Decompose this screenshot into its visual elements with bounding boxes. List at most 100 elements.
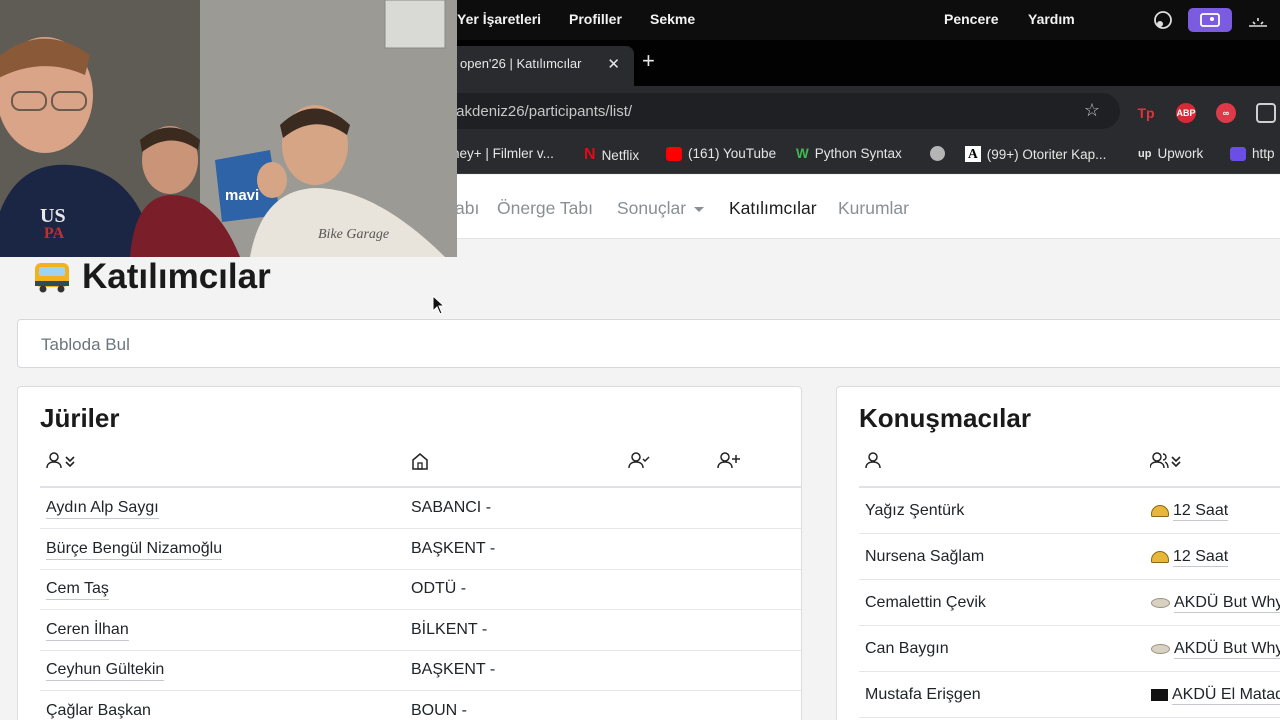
webcam-overlay: US PA mavi Bike Garage xyxy=(0,0,457,257)
table-row: Can Baygın AKDÜ But Why xyxy=(859,626,1280,672)
speaker-team: 12 Saat xyxy=(1151,502,1229,521)
nav-item-motion-tab[interactable]: Önerge Tabı xyxy=(497,198,593,219)
menu-window[interactable]: Pencere xyxy=(944,11,998,27)
adblock-extension-icon[interactable]: ABP xyxy=(1176,103,1196,123)
page-title-text: Katılımcılar xyxy=(82,257,271,296)
bookmark-http-icon xyxy=(1230,146,1246,161)
judge-institution: BAŞKENT - xyxy=(411,540,496,557)
new-tab-icon[interactable]: + xyxy=(642,50,655,72)
sunset-icon[interactable] xyxy=(1246,9,1270,31)
webcam-video-frame: US PA mavi Bike Garage xyxy=(0,0,457,257)
infinity-extension-icon[interactable]: ∞ xyxy=(1216,103,1236,123)
speakers-title: Konuşmacılar xyxy=(859,403,1031,433)
team-link[interactable]: AKDÜ But Why xyxy=(1174,640,1280,659)
judge-institution: BAŞKENT - xyxy=(411,661,496,678)
bookmark-otoriter[interactable]: A (99+) Otoriter Kap... xyxy=(965,146,1106,162)
globe-bookmark[interactable] xyxy=(930,146,945,161)
screen-share-icon[interactable] xyxy=(1188,8,1232,32)
youtube-icon xyxy=(666,146,682,161)
menu-help[interactable]: Yardım xyxy=(1028,11,1075,27)
bookmark-upwork[interactable]: up Upwork xyxy=(1138,146,1203,161)
person-icon[interactable] xyxy=(864,451,884,471)
page-title: Katılımcılar xyxy=(32,257,271,297)
netflix-icon: N xyxy=(584,146,596,163)
table-row: Nursena Sağlam 12 Saat xyxy=(859,534,1280,580)
table-row: Ceyhun Gültekin BAŞKENT - xyxy=(40,650,801,691)
judges-card: Jüriler Aydın Alp Saygı SABANCI - Bürçe … xyxy=(17,386,802,720)
taco-icon xyxy=(1151,504,1169,517)
close-tab-icon[interactable]: ✕ xyxy=(607,55,620,73)
speaker-name: Can Baygın xyxy=(865,640,949,657)
menu-tab[interactable]: Sekme xyxy=(650,11,695,27)
bookmark-http[interactable]: http xyxy=(1230,146,1275,161)
nav-item-participants[interactable]: Katılımcılar xyxy=(729,198,817,219)
shirt-text: US xyxy=(40,205,66,227)
person-add-icon[interactable] xyxy=(717,451,741,471)
bookmark-netflix[interactable]: N Netflix xyxy=(584,146,639,164)
w-icon: W xyxy=(796,146,809,161)
bookmark-youtube[interactable]: (161) YouTube xyxy=(666,146,776,161)
institution-house-icon[interactable] xyxy=(410,451,430,471)
table-row: Yağız Şentürk 12 Saat xyxy=(859,488,1280,534)
judge-name-link[interactable]: Aydın Alp Saygı xyxy=(46,499,159,519)
browser-tab-active[interactable]: open'26 | Katılımcılar ✕ xyxy=(446,46,634,86)
tab-title: open'26 | Katılımcılar xyxy=(460,56,582,71)
bookmark-python-syntax[interactable]: W Python Syntax xyxy=(796,146,902,161)
team-sort-icon[interactable] xyxy=(1150,451,1186,471)
address-bar[interactable]: /akdeniz26/participants/list/ ☆ xyxy=(430,93,1120,129)
tp-extension-icon[interactable]: Tp xyxy=(1136,103,1156,123)
speaker-team: AKDÜ But Why xyxy=(1151,640,1280,659)
a-icon: A xyxy=(965,146,981,162)
tshirt-text: Bike Garage xyxy=(318,227,389,242)
extensions-puzzle-icon[interactable] xyxy=(1256,103,1276,123)
speaker-name: Cemalettin Çevik xyxy=(865,594,986,611)
table-row: Mustafa Erişgen AKDÜ El Matad xyxy=(859,672,1280,718)
bookmark-star-icon[interactable]: ☆ xyxy=(1084,100,1100,121)
flatbread-icon xyxy=(1151,643,1170,654)
table-row: Cemalettin Çevik AKDÜ But Why xyxy=(859,580,1280,626)
judge-name-link[interactable]: Ceyhun Gültekin xyxy=(46,661,165,681)
table-row: Çağlar Başkan BOUN - xyxy=(40,691,801,720)
taco-icon xyxy=(1151,550,1169,563)
person-sort-icon[interactable] xyxy=(46,451,80,471)
judge-institution: ODTÜ - xyxy=(411,580,467,597)
judge-name-link[interactable]: Bürçe Bengül Nizamoğlu xyxy=(46,540,223,560)
menu-profiles[interactable]: Profiller xyxy=(569,11,622,27)
table-search-input[interactable]: Tabloda Bul xyxy=(17,319,1280,368)
judge-institution: BİLKENT - xyxy=(411,621,488,638)
upwork-icon: up xyxy=(1138,147,1152,160)
table-row: Ceren İlhan BİLKENT - xyxy=(40,610,801,651)
team-link[interactable]: 12 Saat xyxy=(1173,502,1229,521)
person-check-icon[interactable] xyxy=(628,451,652,471)
table-row: Bürçe Bengül Nizamoğlu BAŞKENT - xyxy=(40,529,801,570)
judge-institution: BOUN - xyxy=(411,702,467,719)
shirt-text-2: PA xyxy=(44,225,65,242)
nav-item-tab[interactable]: abı xyxy=(455,198,479,219)
team-link[interactable]: 12 Saat xyxy=(1173,548,1229,567)
speaker-team: 12 Saat xyxy=(1151,548,1229,567)
bag-text: mavi xyxy=(225,187,259,204)
flatbread-icon xyxy=(1151,597,1170,608)
nav-item-institutions[interactable]: Kurumlar xyxy=(838,198,909,219)
bus-emoji-icon xyxy=(35,263,69,293)
judges-title: Jüriler xyxy=(40,403,120,433)
speaker-name: Mustafa Erişgen xyxy=(865,686,981,703)
table-row: Aydın Alp Saygı SABANCI - xyxy=(40,488,801,529)
judge-name-link[interactable]: Cem Taş xyxy=(46,580,109,600)
judge-name-link[interactable]: Çağlar Başkan xyxy=(46,702,151,720)
team-link[interactable]: AKDÜ But Why xyxy=(1174,594,1280,613)
globe-icon xyxy=(930,146,945,161)
menu-bookmarks[interactable]: Yer İşaretleri xyxy=(457,11,541,27)
speaker-name: Nursena Sağlam xyxy=(865,548,985,565)
status-menu-icon[interactable] xyxy=(1151,9,1175,31)
speaker-team: AKDÜ El Matad xyxy=(1151,686,1280,705)
judge-name-link[interactable]: Ceren İlhan xyxy=(46,621,129,641)
dropdown-caret-icon xyxy=(694,206,705,212)
nav-item-results[interactable]: Sonuçlar xyxy=(617,198,705,219)
team-link[interactable]: AKDÜ El Matad xyxy=(1172,686,1280,705)
bookmark-disney[interactable]: ney+ | Filmler v... xyxy=(452,146,554,161)
speaker-name: Yağız Şentürk xyxy=(865,502,965,519)
url-text: /akdeniz26/participants/list/ xyxy=(452,103,633,120)
judge-institution: SABANCI - xyxy=(411,499,492,516)
mouse-cursor-icon xyxy=(432,295,446,315)
